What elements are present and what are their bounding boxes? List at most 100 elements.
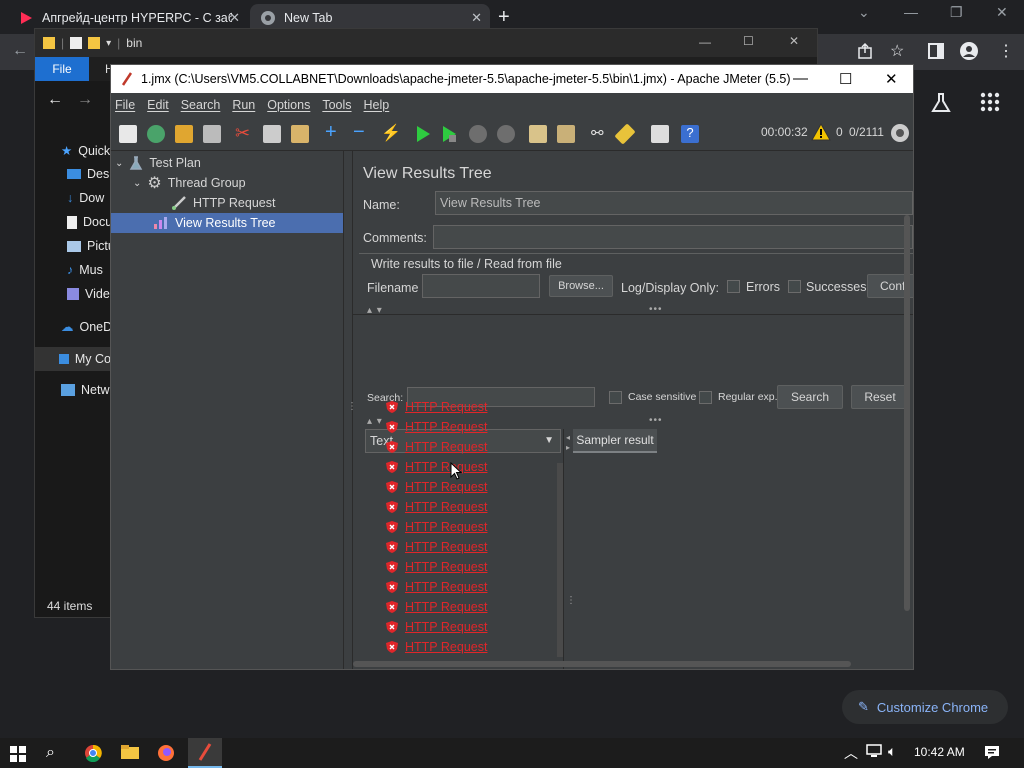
errors-checkbox[interactable] — [727, 280, 740, 293]
result-item[interactable]: HTTP Request — [385, 417, 487, 437]
firefox-taskbar-icon[interactable] — [157, 744, 175, 762]
minimize-icon[interactable]: — — [904, 4, 918, 20]
regular-exp-checkbox[interactable] — [699, 391, 712, 404]
comments-input[interactable] — [433, 225, 913, 249]
result-item[interactable]: HTTP Request — [385, 577, 487, 597]
labs-flask-icon[interactable] — [930, 92, 952, 114]
maximize-icon[interactable]: ☐ — [743, 34, 754, 48]
cut-icon[interactable]: ✂ — [235, 123, 253, 143]
filename-input[interactable] — [422, 274, 540, 298]
copy-icon[interactable] — [263, 125, 281, 143]
menu-file[interactable]: File — [115, 98, 135, 112]
menu-run[interactable]: Run — [232, 98, 255, 112]
start-icon[interactable] — [415, 125, 433, 143]
bookmark-star-icon[interactable]: ☆ — [890, 41, 904, 61]
profile-icon[interactable] — [960, 42, 978, 60]
menu-search[interactable]: Search — [181, 98, 221, 112]
checkmark-icon[interactable] — [70, 37, 83, 49]
sidepanel-icon[interactable] — [928, 43, 944, 59]
menu-tools[interactable]: Tools — [322, 98, 351, 112]
maximize-icon[interactable]: ☐ — [839, 70, 852, 88]
expand-plus-icon[interactable]: + — [325, 121, 343, 143]
result-item[interactable]: HTTP Request — [385, 517, 487, 537]
toggle-icon[interactable]: ⚡ — [381, 123, 401, 142]
sidebar-item-my-computer[interactable]: My Co — [35, 347, 111, 371]
close-tab-icon[interactable]: ✕ — [229, 10, 240, 26]
explorer-taskbar-icon[interactable] — [121, 744, 139, 760]
chevron-down-icon[interactable]: ⌄ — [133, 178, 141, 189]
volume-icon[interactable]: 🔈︎ — [888, 743, 896, 760]
successes-checkbox[interactable] — [788, 280, 801, 293]
new-icon[interactable] — [119, 125, 137, 143]
menu-options[interactable]: Options — [267, 98, 310, 112]
notifications-icon[interactable] — [984, 744, 1000, 760]
templates-icon[interactable] — [147, 125, 165, 143]
stop-icon[interactable] — [469, 125, 487, 143]
search-icon[interactable]: ⌕ — [46, 744, 55, 762]
open-icon[interactable] — [175, 125, 193, 143]
start-no-pauses-icon[interactable] — [441, 125, 459, 143]
tree-node-thread-group[interactable]: ⌄ ⚙ Thread Group — [133, 173, 246, 193]
menu-edit[interactable]: Edit — [147, 98, 169, 112]
clear-icon[interactable] — [529, 125, 547, 143]
result-item[interactable]: HTTP Request — [385, 477, 487, 497]
new-tab-button[interactable]: + — [498, 6, 510, 29]
share-icon[interactable] — [856, 42, 874, 60]
close-icon[interactable]: ✕ — [789, 34, 799, 48]
windows-start-icon[interactable] — [10, 746, 26, 762]
sidebar-item-network[interactable]: Netwo — [61, 383, 116, 397]
back-arrow-icon[interactable]: ← — [47, 91, 63, 109]
sidebar-item-videos[interactable]: Vide — [67, 287, 110, 301]
sidebar-item-pictures[interactable]: Pictu — [67, 239, 115, 253]
tree-node-view-results-tree[interactable]: View Results Tree — [111, 213, 343, 233]
sidebar-item-documents[interactable]: Docu — [67, 215, 112, 229]
minimize-icon[interactable]: — — [699, 35, 711, 49]
remote-engines-icon[interactable] — [890, 123, 910, 143]
folder-icon[interactable] — [88, 37, 101, 49]
result-item[interactable]: HTTP Request — [385, 637, 487, 657]
sidebar-item-downloads[interactable]: ↓ Dow — [67, 191, 104, 205]
chevron-down-icon[interactable]: ⌄ — [858, 4, 870, 21]
result-item[interactable]: HTTP Request — [385, 597, 487, 617]
panel-horizontal-scrollbar[interactable] — [353, 661, 851, 667]
close-tab-icon[interactable]: ✕ — [471, 10, 482, 26]
result-item[interactable]: HTTP Request — [385, 537, 487, 557]
ribbon-file-tab[interactable]: File — [35, 57, 89, 81]
case-sensitive-checkbox[interactable] — [609, 391, 622, 404]
tab-sampler-result[interactable]: Sampler result — [573, 429, 657, 453]
menu-kebab-icon[interactable]: ⋮ — [998, 41, 1014, 61]
paste-icon[interactable] — [291, 125, 309, 143]
panel-vertical-scrollbar[interactable] — [904, 215, 910, 611]
search-binoculars-icon[interactable]: ⚯ — [591, 124, 609, 142]
sidebar-item-onedrive[interactable]: ☁ OneD — [61, 319, 112, 335]
menu-help[interactable]: Help — [364, 98, 390, 112]
close-icon[interactable]: ✕ — [996, 4, 1008, 21]
help-icon[interactable]: ? — [681, 125, 699, 143]
chrome-taskbar-icon[interactable] — [84, 744, 102, 762]
result-item[interactable]: HTTP Request — [385, 557, 487, 577]
results-splitter[interactable]: ◂ ▸ ⋯ — [563, 429, 576, 669]
split-handle-icon[interactable]: ••• — [649, 415, 663, 426]
result-item[interactable]: HTTP Request — [385, 437, 487, 457]
sidebar-item-quick[interactable]: ★ Quick — [61, 143, 110, 159]
back-icon[interactable]: ← — [12, 42, 28, 60]
tree-node-http-request[interactable]: HTTP Request — [171, 193, 275, 213]
minimize-icon[interactable]: — — [793, 70, 808, 87]
collapse-minus-icon[interactable]: − — [353, 121, 371, 143]
browse-button[interactable]: Browse... — [549, 275, 613, 297]
sidebar-item-music[interactable]: ♪ Mus — [67, 263, 103, 277]
customize-chrome-button[interactable]: ✎ Customize Chrome — [842, 690, 1008, 724]
clear-all-icon[interactable] — [557, 125, 575, 143]
forward-arrow-icon[interactable]: → — [77, 91, 93, 109]
warning-icon[interactable] — [811, 123, 831, 141]
result-item[interactable]: HTTP Request — [385, 617, 487, 637]
jmeter-taskbar-icon[interactable] — [188, 738, 222, 768]
name-input[interactable]: View Results Tree — [435, 191, 913, 215]
chevron-up-icon[interactable]: ︿ — [844, 743, 858, 763]
reset-search-broom-icon[interactable] — [614, 123, 636, 145]
apps-grid-icon[interactable] — [980, 92, 1000, 112]
search-button[interactable]: Search — [777, 385, 843, 409]
save-icon[interactable] — [203, 125, 221, 143]
reset-button[interactable]: Reset — [851, 385, 909, 409]
result-item[interactable]: HTTP Request — [385, 497, 487, 517]
